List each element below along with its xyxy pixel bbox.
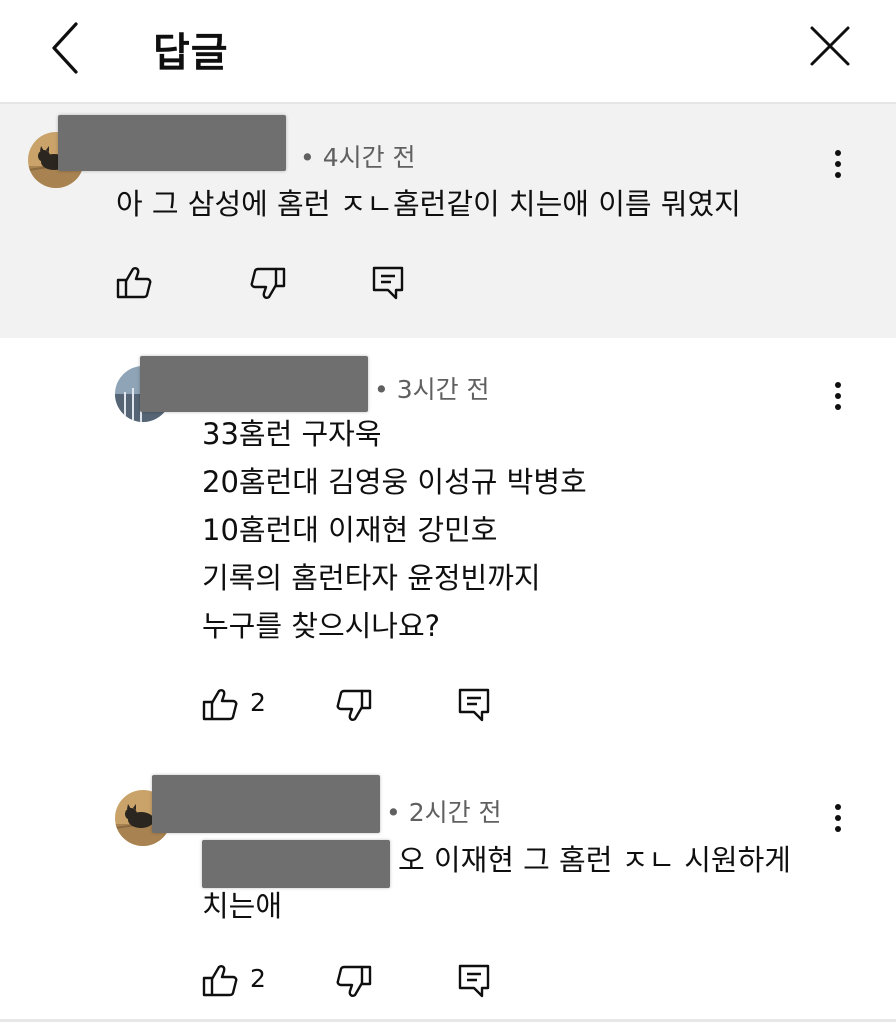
dislike-button[interactable] <box>334 686 374 726</box>
parent-comment: • 4시간 전 아 그 삼성에 홈런 ㅈㄴ홈런같이 치는애 이름 뭐였지 <box>0 104 896 338</box>
thumbs-up-icon <box>116 267 152 299</box>
comment-timestamp: • 3시간 전 <box>374 375 490 404</box>
reply-text-line: 10홈런대 이재현 강민호 <box>202 513 498 547</box>
reply-text-line: 누구를 찾으시나요? <box>202 609 441 643</box>
top-bar: 답글 <box>0 0 896 104</box>
close-button[interactable] <box>806 22 854 70</box>
reply-button[interactable] <box>370 264 410 304</box>
reply-text-line: 치는애 <box>202 889 283 923</box>
dislike-button[interactable] <box>334 962 374 1002</box>
comment-text: 아 그 삼성에 홈런 ㅈㄴ홈런같이 치는애 이름 뭐였지 <box>116 187 741 221</box>
reply-text-line: 오 이재현 그 홈런 ㅈㄴ 시원하게 <box>398 843 791 877</box>
reply-button[interactable] <box>456 962 496 1002</box>
redacted-username <box>152 775 380 833</box>
comment-timestamp: • 2시간 전 <box>386 798 502 827</box>
like-button[interactable] <box>200 684 240 724</box>
like-button[interactable] <box>114 262 154 302</box>
chevron-left-icon <box>52 22 78 74</box>
thumbs-up-icon <box>202 689 238 721</box>
like-button[interactable] <box>200 960 240 1000</box>
reply-text-line: 20홈런대 김영웅 이성규 박병호 <box>202 465 587 499</box>
more-options-button[interactable] <box>828 378 848 414</box>
reply-button[interactable] <box>456 686 496 726</box>
redacted-username <box>140 356 368 412</box>
more-options-button[interactable] <box>828 146 848 182</box>
reply-text-line: 기록의 홈런타자 윤정빈까지 <box>202 561 541 595</box>
like-count: 2 <box>250 964 266 993</box>
redacted-username <box>58 115 286 171</box>
thumbs-down-icon <box>336 965 372 997</box>
reply-text-line: 33홈런 구자욱 <box>202 417 382 451</box>
back-button[interactable] <box>44 18 92 78</box>
reply-comment-icon <box>372 266 404 300</box>
reply-item: • 2시간 전 오 이재현 그 홈런 ㅈㄴ 시원하게 치는애 2 <box>0 768 896 1018</box>
more-options-button[interactable] <box>828 800 848 836</box>
dislike-button[interactable] <box>248 264 288 304</box>
thumbs-down-icon <box>250 267 286 299</box>
reply-comment-icon <box>458 688 490 722</box>
like-count: 2 <box>250 688 266 717</box>
thumbs-down-icon <box>336 689 372 721</box>
reply-comment-icon <box>458 964 490 998</box>
close-icon <box>810 26 850 66</box>
page-title: 답글 <box>153 30 229 76</box>
divider <box>0 1019 896 1022</box>
comment-timestamp: • 4시간 전 <box>300 143 416 172</box>
thumbs-up-icon <box>202 965 238 997</box>
redacted-mention <box>202 840 390 888</box>
reply-item: • 3시간 전 33홈런 구자욱 20홈런대 김영웅 이성규 박병호 10홈런대… <box>0 338 896 768</box>
